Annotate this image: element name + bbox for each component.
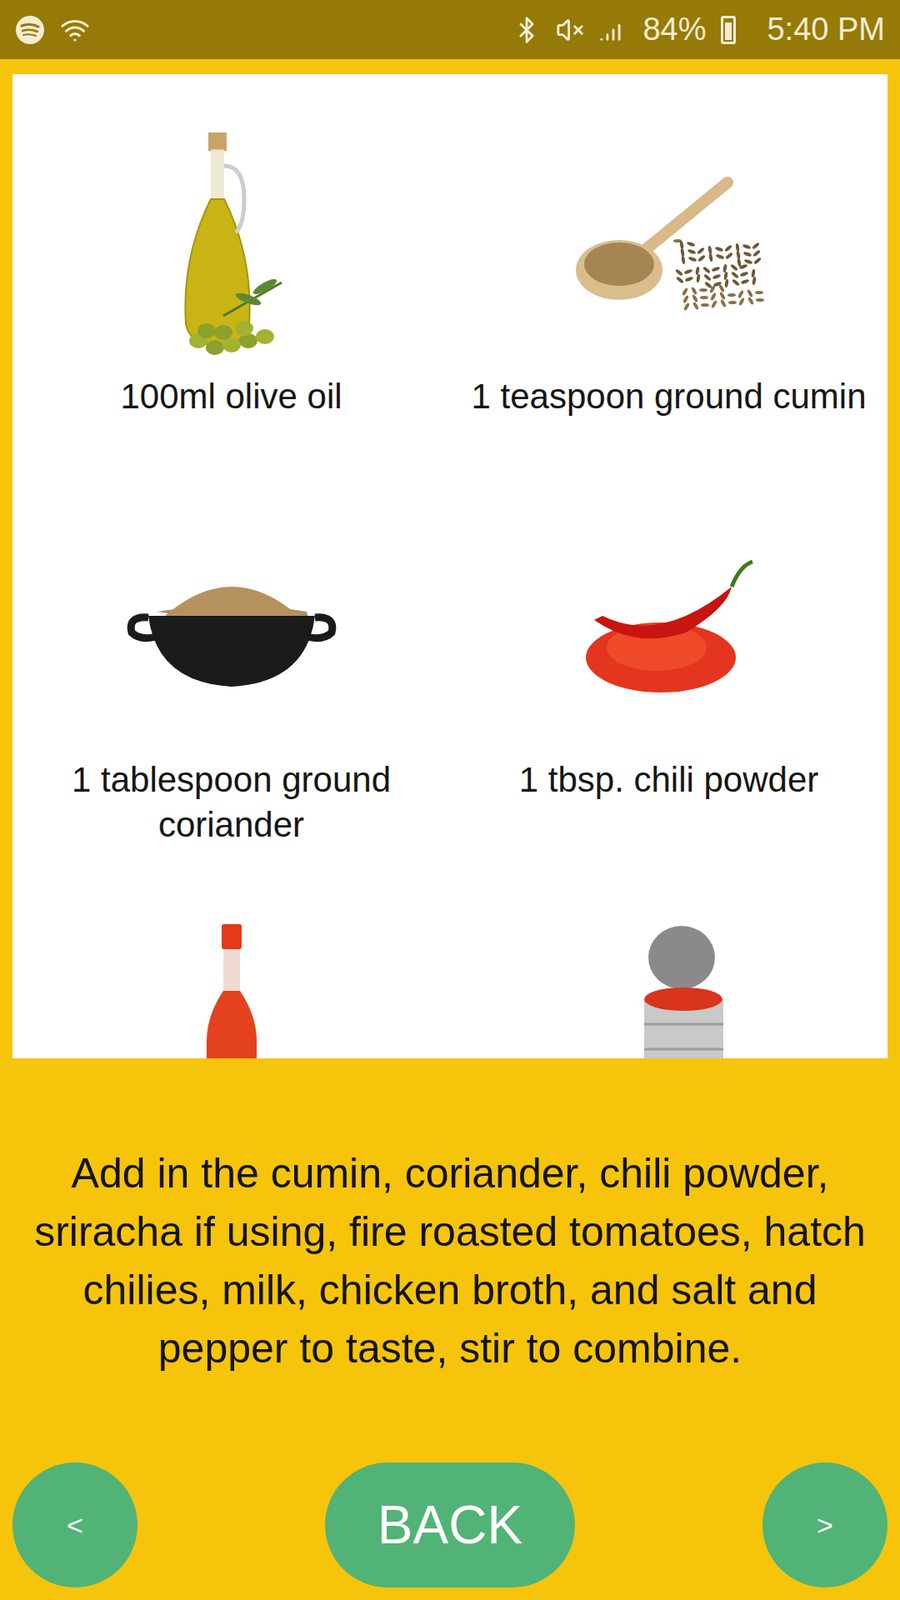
navigation-bar: < BACK > — [0, 1462, 900, 1600]
ingredient-card: 1 teaspoon ground cumin — [450, 124, 888, 483]
ingredient-image — [12, 507, 450, 758]
ingredient-label: 1 tbsp. chili powder — [502, 757, 836, 866]
charging-icon — [750, 29, 752, 30]
signal-icon — [599, 15, 628, 45]
hot-sauce-icon — [198, 924, 265, 1059]
bluetooth-icon — [512, 15, 541, 45]
ingredient-card — [12, 890, 450, 1059]
ingredient-image — [450, 124, 888, 375]
ingredient-card — [450, 890, 888, 1059]
next-button[interactable]: > — [762, 1462, 888, 1588]
back-button[interactable]: BACK — [325, 1462, 575, 1588]
battery-icon — [720, 15, 736, 45]
battery-percent: 84% — [642, 11, 706, 48]
clock: 5:40 PM — [766, 11, 885, 48]
ingredient-image — [12, 890, 450, 1059]
status-left — [15, 15, 90, 45]
chili-icon — [560, 549, 778, 716]
instruction-text: Add in the cumin, coriander, chili powde… — [0, 1058, 900, 1463]
coriander-icon — [123, 565, 340, 700]
ingredient-card: 1 tablespoon ground coriander — [12, 507, 450, 866]
ingredient-image — [12, 124, 450, 375]
ingredient-card: 1 tbsp. chili powder — [450, 507, 888, 866]
ingredient-label: 1 tablespoon ground coriander — [12, 757, 450, 866]
mute-icon — [555, 15, 585, 45]
recipe-step-screen: 84% 5:40 PM 100ml olive oil 1 teaspoon grou… — [0, 0, 900, 1600]
status-right: 84% 5:40 PM — [512, 11, 885, 48]
hotspot-icon — [60, 15, 90, 45]
status-bar: 84% 5:40 PM — [0, 0, 900, 60]
olive-oil-icon — [165, 132, 299, 366]
canned-tomatoes-icon — [602, 924, 736, 1059]
ingredient-label: 100ml olive oil — [103, 374, 359, 483]
ingredient-label: 1 teaspoon ground cumin — [455, 374, 884, 483]
ingredient-image — [450, 890, 888, 1059]
ingredient-grid[interactable]: 100ml olive oil 1 teaspoon ground cumin 1 … — [12, 74, 888, 1059]
ingredient-card: 100ml olive oil — [12, 124, 450, 483]
spotify-icon — [15, 15, 45, 45]
previous-button[interactable]: < — [12, 1462, 138, 1588]
ingredient-image — [450, 507, 888, 758]
cumin-icon — [560, 165, 778, 333]
